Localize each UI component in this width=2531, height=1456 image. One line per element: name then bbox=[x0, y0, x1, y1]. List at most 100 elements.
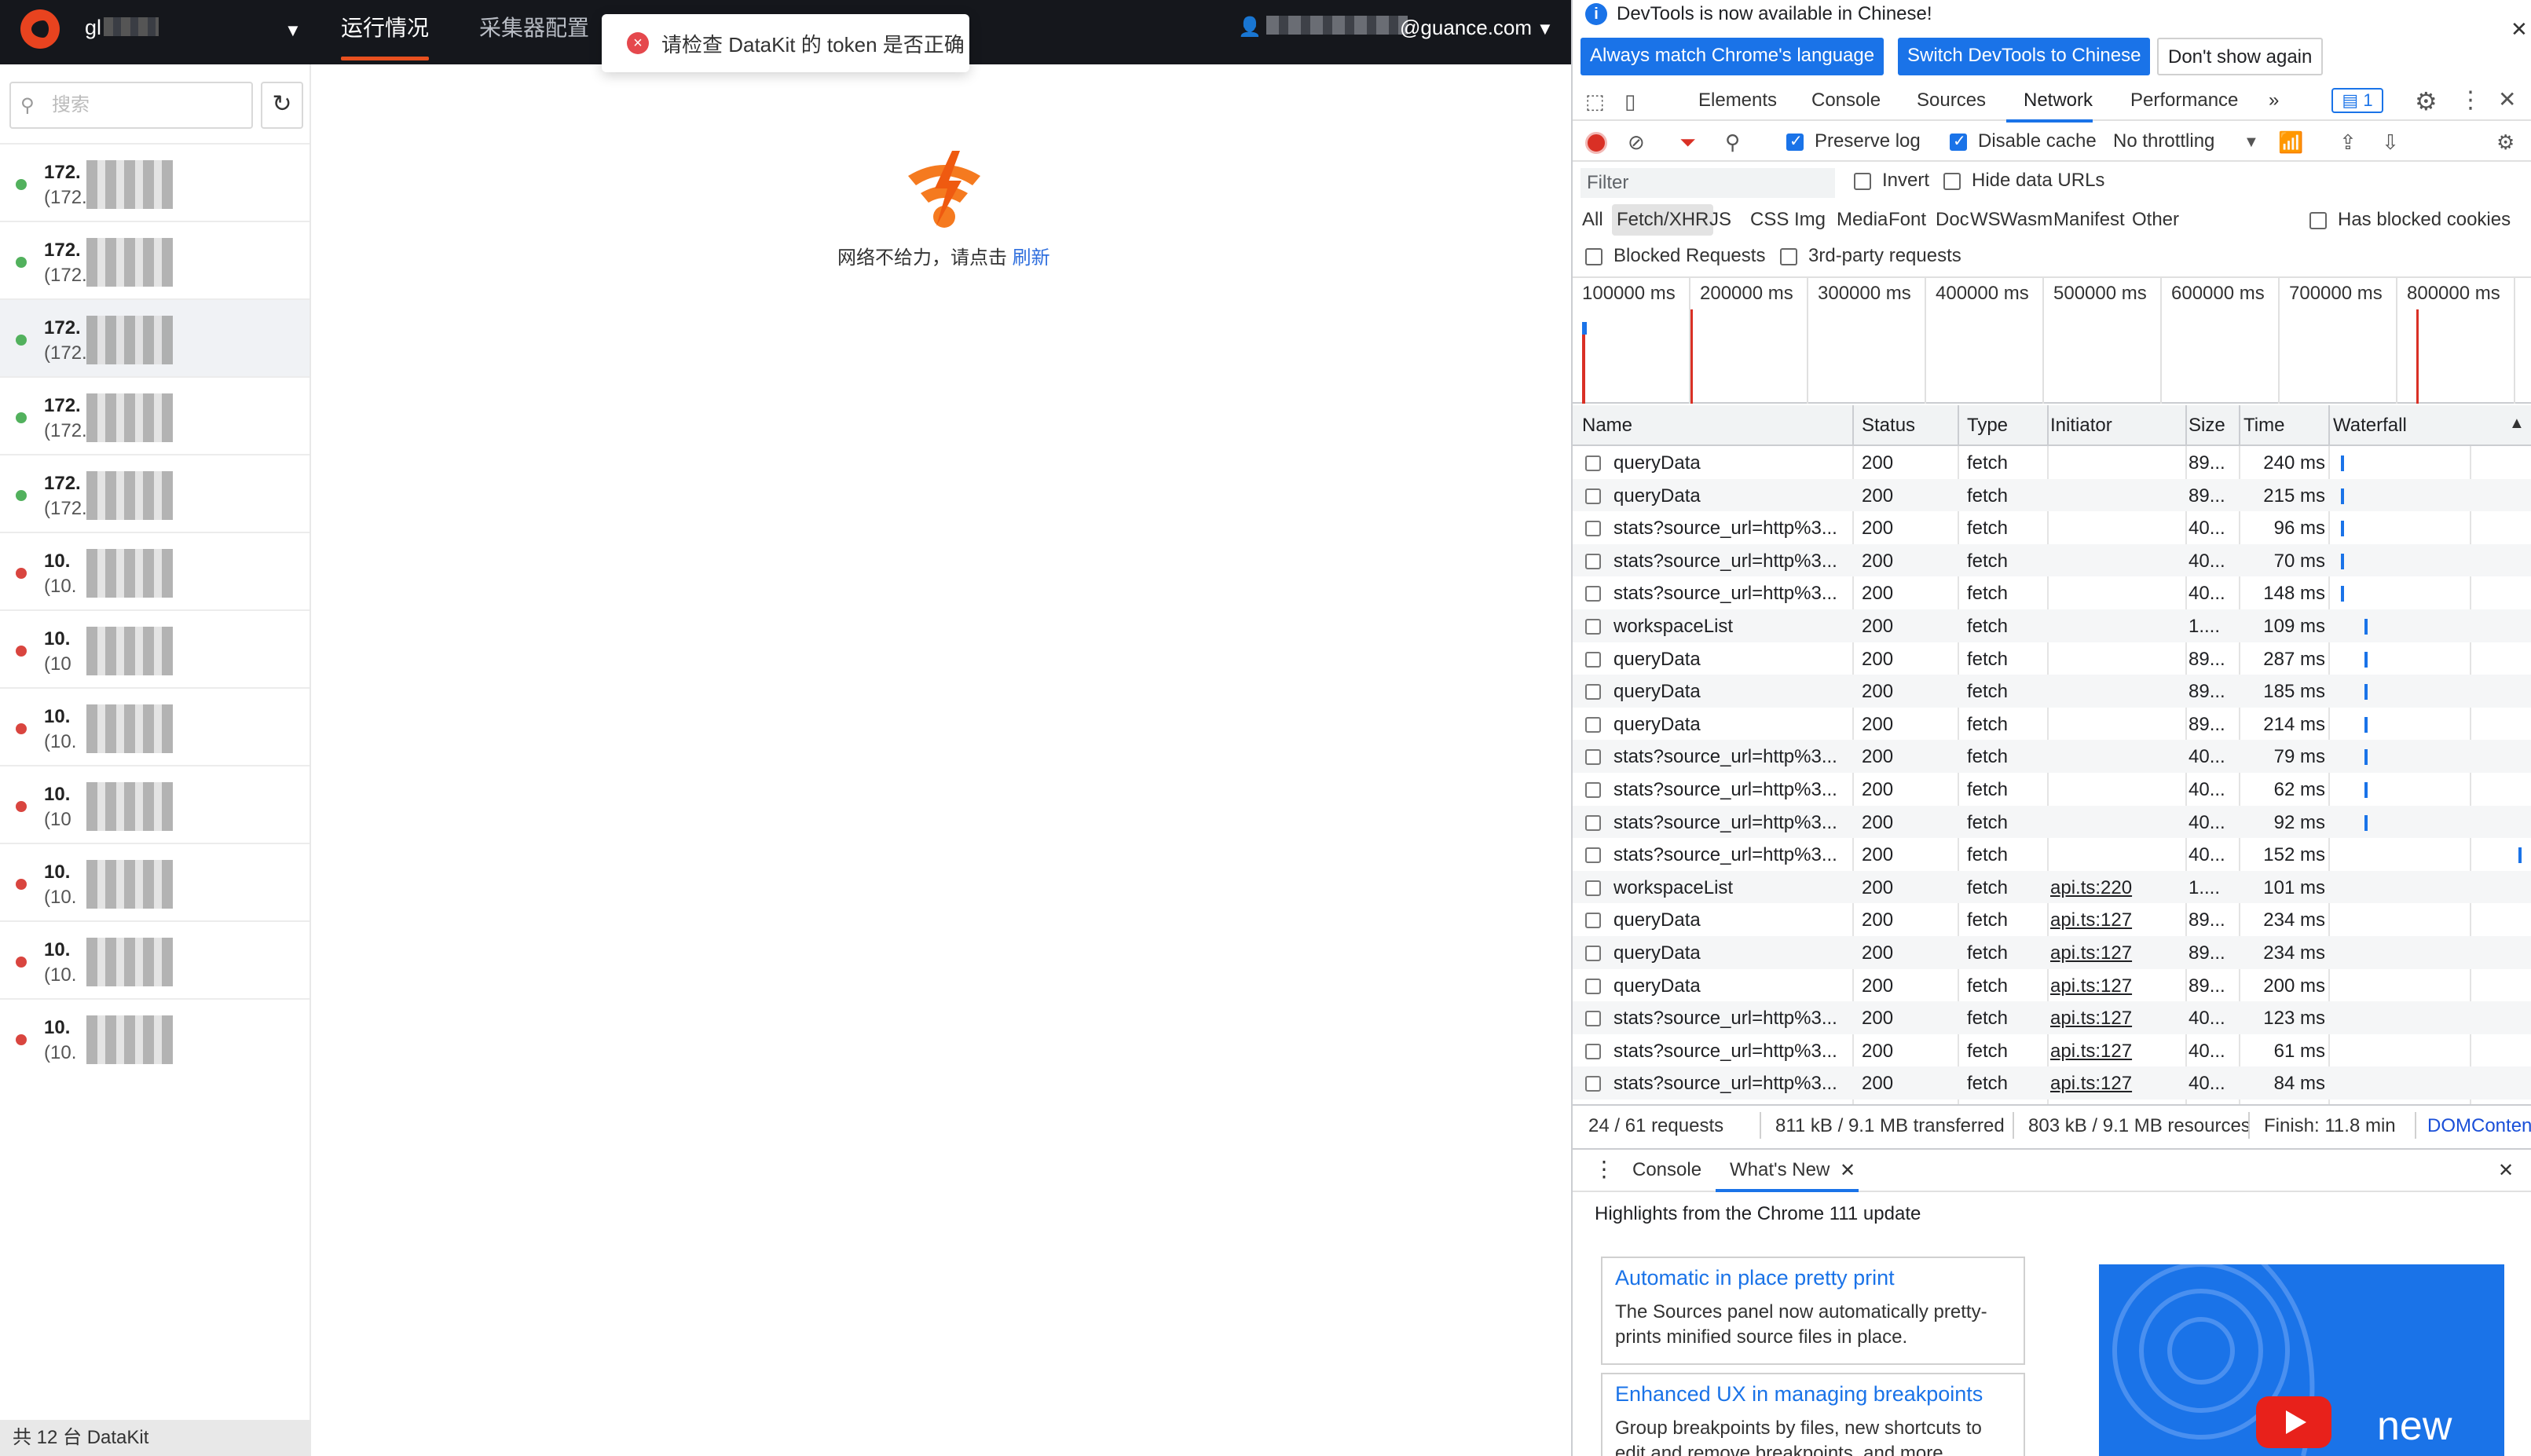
cell-initiator[interactable]: api.ts:127 bbox=[2050, 942, 2184, 964]
table-row[interactable]: queryData 200 fetch 89... 214 ms bbox=[1573, 708, 2531, 741]
throttling-select[interactable]: No throttling bbox=[2113, 130, 2214, 152]
guance-logo[interactable] bbox=[20, 9, 60, 49]
type-filter-manifest[interactable]: Manifest bbox=[2049, 204, 2130, 236]
drawer-menu-icon[interactable]: ⋮ bbox=[1593, 1156, 1615, 1182]
col-status[interactable]: Status bbox=[1862, 415, 1915, 437]
cell-initiator[interactable]: api.ts:127 bbox=[2050, 909, 2184, 931]
table-row[interactable]: queryData 200 fetch api.ts:127 89... 234 ms bbox=[1573, 903, 2531, 936]
refresh-button[interactable]: ↻ bbox=[261, 82, 303, 129]
export-har-icon[interactable]: ⇩ bbox=[2382, 130, 2399, 155]
tab-running-status[interactable]: 运行情况 bbox=[341, 11, 429, 42]
table-row[interactable]: stats?source_url=http%3... 200 fetch 40... 7… bbox=[1573, 740, 2531, 773]
blocked-requests-checkbox[interactable] bbox=[1585, 248, 1602, 265]
table-row[interactable]: queryData 200 fetch 89... 287 ms bbox=[1573, 642, 2531, 675]
import-har-icon[interactable]: ⇪ bbox=[2339, 130, 2357, 155]
table-row[interactable]: stats?source_url=http%3... 200 fetch 40... 9… bbox=[1573, 805, 2531, 839]
tab-collector-config[interactable]: 采集器配置 bbox=[479, 11, 589, 42]
table-row[interactable]: queryData 200 fetch 89... 215 ms bbox=[1573, 478, 2531, 512]
device-toolbar-icon[interactable]: ▯ bbox=[1624, 90, 1635, 114]
col-time[interactable]: Time bbox=[2243, 415, 2284, 437]
user-icon[interactable]: 👤 bbox=[1238, 16, 1262, 38]
table-row[interactable]: stats?source_url=http%3... 200 fetch 40... 9… bbox=[1573, 511, 2531, 544]
dont-show-again-button[interactable]: Don't show again bbox=[2157, 38, 2324, 75]
table-row[interactable]: queryData 200 fetch 89... 240 ms bbox=[1573, 446, 2531, 479]
col-size[interactable]: Size bbox=[2189, 415, 2225, 437]
type-filter-js[interactable]: JS bbox=[1705, 204, 1736, 236]
sort-ascending-icon[interactable]: ▲ bbox=[2509, 415, 2525, 433]
close-infobar-icon[interactable]: ✕ bbox=[2511, 17, 2528, 42]
cell-initiator[interactable]: api.ts:127 bbox=[2050, 1073, 2184, 1095]
type-filter-all[interactable]: All bbox=[1577, 204, 1608, 236]
cell-initiator[interactable]: api.ts:220 bbox=[2050, 877, 2184, 899]
search-network-icon[interactable]: ⚲ bbox=[1725, 130, 1740, 155]
invert-checkbox[interactable] bbox=[1854, 173, 1871, 190]
datakit-list-item[interactable]: 172. (172. bbox=[0, 221, 310, 298]
card-title[interactable]: Automatic in place pretty print bbox=[1615, 1266, 2011, 1290]
table-row[interactable]: queryData 200 fetch 89... 185 ms bbox=[1573, 675, 2531, 708]
datakit-list-item[interactable]: 172. (172. bbox=[0, 298, 310, 376]
filter-input[interactable] bbox=[1581, 168, 1835, 198]
table-row[interactable]: queryData 200 fetch api.ts:127 89... 234 ms bbox=[1573, 936, 2531, 969]
type-filter-other[interactable]: Other bbox=[2127, 204, 2184, 236]
inspect-element-icon[interactable]: ⬚ bbox=[1585, 90, 1605, 114]
tab-performance[interactable]: Performance bbox=[2130, 90, 2238, 112]
always-match-language-button[interactable]: Always match Chrome's language bbox=[1581, 38, 1885, 75]
hide-data-urls-checkbox[interactable] bbox=[1943, 173, 1961, 190]
workspace-name[interactable]: gl bbox=[85, 16, 101, 40]
table-row[interactable]: stats?source_url=http%3... 200 fetch api.ts… bbox=[1573, 1066, 2531, 1099]
datakit-list-item[interactable]: 172. (172. bbox=[0, 376, 310, 454]
more-tabs-icon[interactable]: » bbox=[2269, 90, 2279, 112]
cell-initiator[interactable]: api.ts:127 bbox=[2050, 975, 2184, 997]
whats-new-card-1[interactable]: Automatic in place pretty print The Sour… bbox=[1601, 1257, 2025, 1365]
disable-cache-checkbox[interactable] bbox=[1950, 131, 1967, 151]
switch-to-chinese-button[interactable]: Switch DevTools to Chinese bbox=[1898, 38, 2151, 75]
type-filter-fetch-xhr[interactable]: Fetch/XHR bbox=[1612, 204, 1714, 236]
table-row[interactable]: workspaceList 200 fetch api.ts:220 1.... 101 … bbox=[1573, 870, 2531, 904]
close-devtools-icon[interactable]: ✕ bbox=[2498, 86, 2516, 112]
datakit-list-item[interactable]: 10. (10 bbox=[0, 765, 310, 843]
tab-sources[interactable]: Sources bbox=[1917, 90, 1986, 112]
table-row[interactable]: workspaceList 200 fetch 1.... 109 ms bbox=[1573, 609, 2531, 642]
datakit-list-item[interactable]: 172. (172. bbox=[0, 454, 310, 532]
datakit-list-item[interactable]: 10. (10. bbox=[0, 920, 310, 998]
tab-console[interactable]: Console bbox=[1811, 90, 1881, 112]
issues-badge[interactable]: ▤ 1 bbox=[2331, 88, 2383, 113]
throttling-dropdown-icon[interactable]: ▼ bbox=[2243, 134, 2259, 152]
filter-icon[interactable]: ⏷ bbox=[1679, 130, 1696, 155]
table-row[interactable]: stats?source_url=http%3... 200 fetch 40... 6… bbox=[1573, 773, 2531, 806]
datakit-list-item[interactable]: 10. (10. bbox=[0, 687, 310, 765]
more-options-icon[interactable]: ⋮ bbox=[2459, 86, 2482, 114]
card-title[interactable]: Enhanced UX in managing breakpoints bbox=[1615, 1382, 2011, 1407]
col-waterfall[interactable]: Waterfall bbox=[2333, 415, 2407, 437]
network-settings-icon[interactable]: ⚙ bbox=[2496, 130, 2515, 155]
type-filter-css[interactable]: CSS bbox=[1745, 204, 1793, 236]
preserve-log-checkbox[interactable] bbox=[1786, 131, 1804, 151]
cell-initiator[interactable]: api.ts:127 bbox=[2050, 1041, 2184, 1063]
youtube-play-icon[interactable] bbox=[2256, 1396, 2331, 1448]
tab-elements[interactable]: Elements bbox=[1698, 90, 1777, 112]
record-icon[interactable] bbox=[1585, 132, 1607, 154]
network-conditions-icon[interactable]: 📶 bbox=[2278, 130, 2303, 155]
has-blocked-cookies-checkbox[interactable] bbox=[2309, 212, 2327, 229]
datakit-list-item[interactable]: 172. (172. bbox=[0, 143, 310, 221]
search-input[interactable] bbox=[52, 91, 240, 119]
tab-network[interactable]: Network bbox=[2024, 90, 2093, 112]
refresh-link[interactable]: 刷新 bbox=[1013, 247, 1050, 269]
user-email[interactable]: @guance.com bbox=[1400, 16, 1532, 40]
workspace-dropdown-icon[interactable]: ▼ bbox=[284, 20, 302, 41]
type-filter-img[interactable]: Img bbox=[1789, 204, 1830, 236]
whats-new-video-thumbnail[interactable]: new bbox=[2099, 1264, 2504, 1456]
table-row[interactable]: stats?source_url=http%3... 200 fetch api.ts… bbox=[1573, 1034, 2531, 1067]
cell-initiator[interactable]: api.ts:127 bbox=[2050, 1008, 2184, 1030]
col-type[interactable]: Type bbox=[1967, 415, 2008, 437]
user-menu-dropdown-icon[interactable]: ▼ bbox=[1537, 19, 1554, 39]
table-row[interactable]: stats?source_url=http%3... 200 fetch 40... 7… bbox=[1573, 543, 2531, 577]
datakit-list-item[interactable]: 10. (10. bbox=[0, 532, 310, 609]
network-overview-timeline[interactable]: 100000 ms 200000 ms 300000 ms 400000 ms 5000… bbox=[1573, 278, 2531, 404]
close-drawer-icon[interactable]: ✕ bbox=[2498, 1159, 2514, 1182]
type-filter-font[interactable]: Font bbox=[1884, 204, 1931, 236]
col-name[interactable]: Name bbox=[1582, 415, 1632, 437]
search-box[interactable]: ⚲ bbox=[9, 82, 253, 129]
table-row[interactable]: stats?source_url=http%3... 200 fetch 40... 1… bbox=[1573, 838, 2531, 871]
third-party-checkbox[interactable] bbox=[1780, 248, 1797, 265]
